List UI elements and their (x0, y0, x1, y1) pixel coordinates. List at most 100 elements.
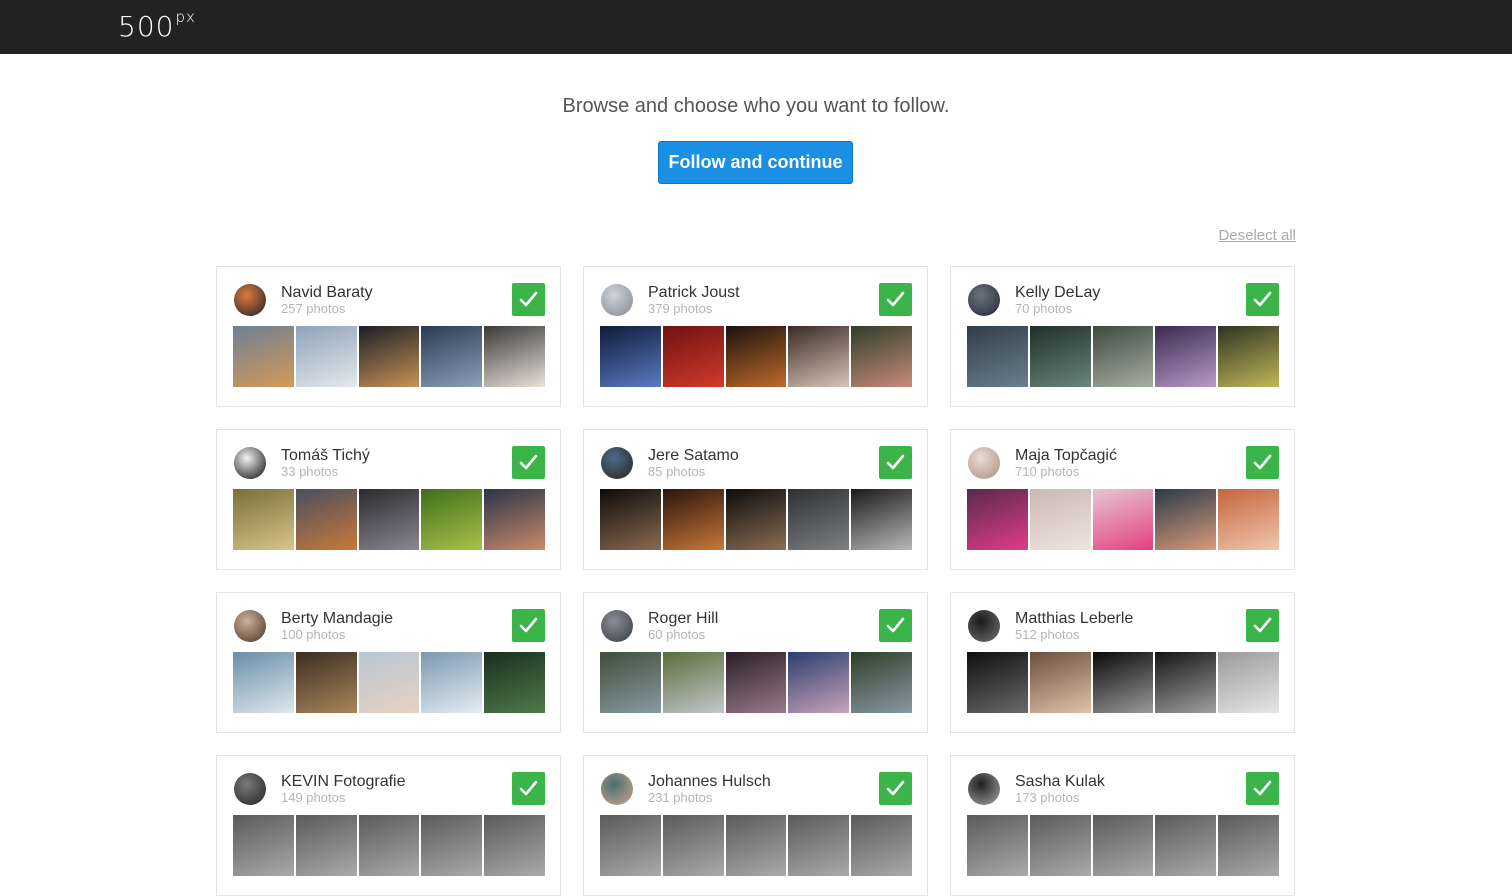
avatar[interactable] (601, 284, 633, 316)
photographer-card[interactable]: Kelly DeLay 70 photos (950, 266, 1295, 407)
photo-thumbnail[interactable] (967, 652, 1028, 713)
photographer-card[interactable]: Johannes Hulsch 231 photos (583, 755, 928, 896)
photographer-name[interactable]: Johannes Hulsch (648, 773, 771, 791)
photo-thumbnail[interactable] (1218, 326, 1279, 387)
photo-thumbnail[interactable] (233, 815, 294, 876)
photo-thumbnail[interactable] (295, 652, 357, 713)
photo-thumbnail[interactable] (788, 326, 850, 387)
photo-thumbnail[interactable] (662, 652, 724, 713)
photo-thumbnail[interactable] (1029, 815, 1091, 876)
photographer-name[interactable]: Maja Topčagić (1015, 447, 1117, 465)
photo-thumbnail[interactable] (1092, 489, 1154, 550)
follow-checkbox[interactable] (512, 609, 545, 642)
photographer-name[interactable]: Navid Baraty (281, 284, 373, 302)
photo-thumbnail[interactable] (233, 652, 294, 713)
photo-thumbnail[interactable] (1155, 326, 1217, 387)
photo-thumbnail[interactable] (851, 652, 912, 713)
photo-thumbnail[interactable] (788, 489, 850, 550)
photo-thumbnail[interactable] (851, 326, 912, 387)
photographer-name[interactable]: Tomáš Tichý (281, 447, 370, 465)
photo-thumbnail[interactable] (851, 489, 912, 550)
photographer-name[interactable]: Roger Hill (648, 610, 718, 628)
photo-thumbnail[interactable] (1029, 489, 1091, 550)
avatar[interactable] (968, 284, 1000, 316)
photographer-card[interactable]: Jere Satamo 85 photos (583, 429, 928, 570)
follow-and-continue-button[interactable]: Follow and continue (658, 141, 853, 184)
photo-thumbnail[interactable] (725, 815, 787, 876)
photo-thumbnail[interactable] (421, 489, 483, 550)
photographer-card[interactable]: Tomáš Tichý 33 photos (216, 429, 561, 570)
photo-thumbnail[interactable] (725, 326, 787, 387)
photo-thumbnail[interactable] (725, 652, 787, 713)
photographer-card[interactable]: Matthias Leberle 512 photos (950, 592, 1295, 733)
photo-thumbnail[interactable] (358, 489, 420, 550)
photo-thumbnail[interactable] (788, 652, 850, 713)
photographer-name[interactable]: Sasha Kulak (1015, 773, 1105, 791)
photo-thumbnail[interactable] (1155, 489, 1217, 550)
photo-thumbnail[interactable] (967, 326, 1028, 387)
deselect-all-link[interactable]: Deselect all (1218, 227, 1296, 244)
photographer-card[interactable]: Berty Mandagie 100 photos (216, 592, 561, 733)
photo-thumbnail[interactable] (295, 326, 357, 387)
avatar[interactable] (601, 447, 633, 479)
photo-thumbnail[interactable] (600, 652, 661, 713)
follow-checkbox[interactable] (879, 446, 912, 479)
photographer-card[interactable]: Sasha Kulak 173 photos (950, 755, 1295, 896)
500px-logo[interactable]: 500px (118, 8, 196, 43)
avatar[interactable] (968, 773, 1000, 805)
photo-thumbnail[interactable] (295, 815, 357, 876)
follow-checkbox[interactable] (512, 446, 545, 479)
photo-thumbnail[interactable] (1218, 489, 1279, 550)
photo-thumbnail[interactable] (421, 815, 483, 876)
photographer-name[interactable]: Jere Satamo (648, 447, 739, 465)
photographer-card[interactable]: KEVIN Fotografie 149 photos (216, 755, 561, 896)
photo-thumbnail[interactable] (1155, 652, 1217, 713)
avatar[interactable] (234, 773, 266, 805)
follow-checkbox[interactable] (1246, 609, 1279, 642)
avatar[interactable] (968, 610, 1000, 642)
photo-thumbnail[interactable] (358, 815, 420, 876)
photo-thumbnail[interactable] (421, 652, 483, 713)
photographer-card[interactable]: Patrick Joust 379 photos (583, 266, 928, 407)
photo-thumbnail[interactable] (233, 326, 294, 387)
photo-thumbnail[interactable] (421, 326, 483, 387)
photo-thumbnail[interactable] (1155, 815, 1217, 876)
follow-checkbox[interactable] (879, 609, 912, 642)
follow-checkbox[interactable] (1246, 283, 1279, 316)
photo-thumbnail[interactable] (233, 489, 294, 550)
photo-thumbnail[interactable] (662, 489, 724, 550)
follow-checkbox[interactable] (879, 772, 912, 805)
photographer-name[interactable]: Berty Mandagie (281, 610, 393, 628)
photo-thumbnail[interactable] (358, 652, 420, 713)
photo-thumbnail[interactable] (484, 326, 545, 387)
photo-thumbnail[interactable] (1092, 326, 1154, 387)
photo-thumbnail[interactable] (600, 815, 661, 876)
photo-thumbnail[interactable] (967, 489, 1028, 550)
photographer-name[interactable]: Patrick Joust (648, 284, 740, 302)
photo-thumbnail[interactable] (600, 326, 661, 387)
photo-thumbnail[interactable] (484, 652, 545, 713)
avatar[interactable] (234, 610, 266, 642)
photographer-card[interactable]: Maja Topčagić 710 photos (950, 429, 1295, 570)
avatar[interactable] (968, 447, 1000, 479)
photo-thumbnail[interactable] (358, 326, 420, 387)
photo-thumbnail[interactable] (1218, 652, 1279, 713)
photo-thumbnail[interactable] (484, 489, 545, 550)
photo-thumbnail[interactable] (662, 326, 724, 387)
photo-thumbnail[interactable] (1092, 652, 1154, 713)
photo-thumbnail[interactable] (851, 815, 912, 876)
avatar[interactable] (234, 284, 266, 316)
photo-thumbnail[interactable] (788, 815, 850, 876)
photographer-card[interactable]: Roger Hill 60 photos (583, 592, 928, 733)
avatar[interactable] (601, 773, 633, 805)
photographer-name[interactable]: Matthias Leberle (1015, 610, 1133, 628)
photo-thumbnail[interactable] (662, 815, 724, 876)
photo-thumbnail[interactable] (725, 489, 787, 550)
photo-thumbnail[interactable] (484, 815, 545, 876)
follow-checkbox[interactable] (512, 283, 545, 316)
follow-checkbox[interactable] (512, 772, 545, 805)
photographer-name[interactable]: Kelly DeLay (1015, 284, 1100, 302)
photo-thumbnail[interactable] (967, 815, 1028, 876)
follow-checkbox[interactable] (879, 283, 912, 316)
photo-thumbnail[interactable] (1029, 652, 1091, 713)
